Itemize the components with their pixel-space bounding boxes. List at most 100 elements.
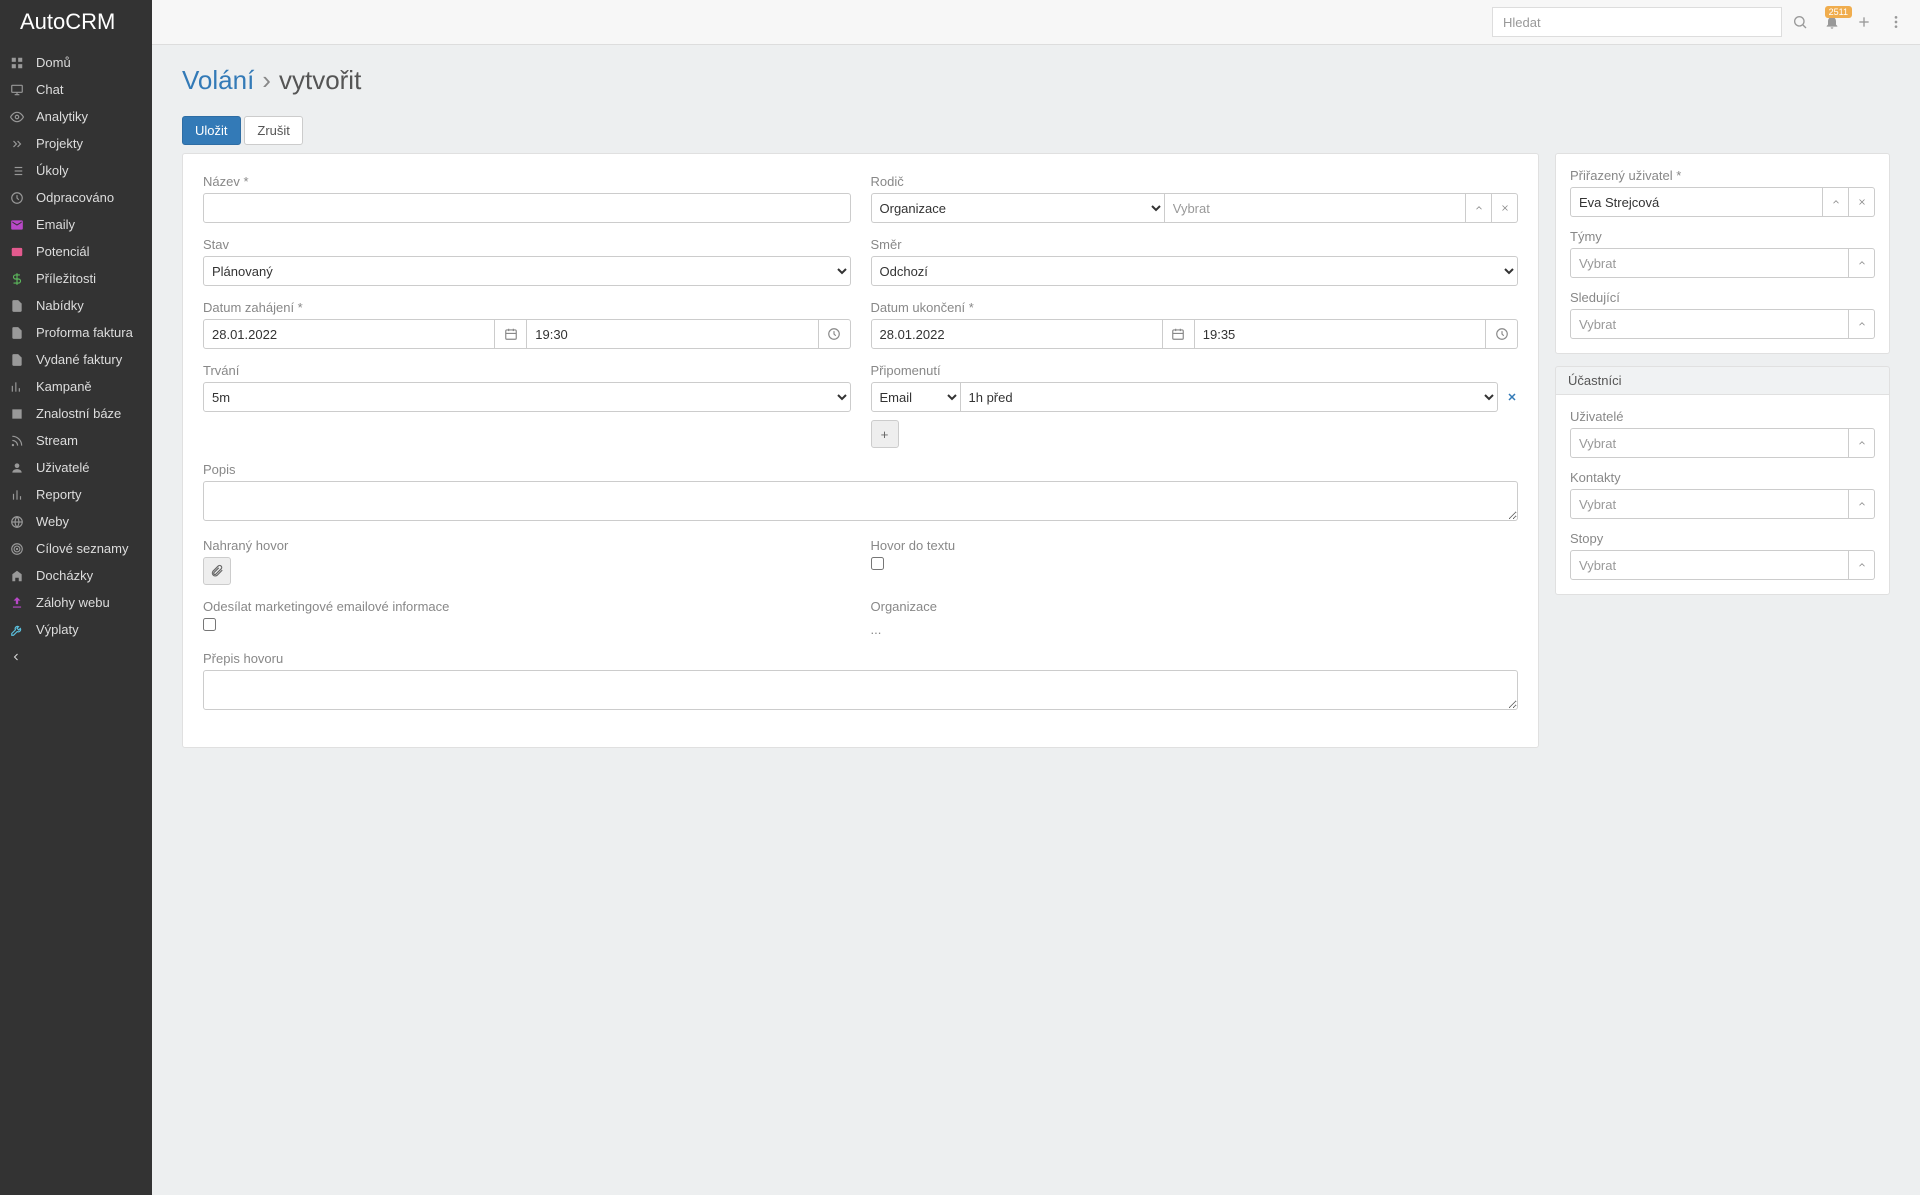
notifications-icon[interactable]: 2511: [1818, 8, 1846, 36]
clock-icon: [10, 191, 26, 205]
bar-chart-icon: [10, 488, 26, 502]
sidebar-item-users[interactable]: Uživatelé: [0, 454, 152, 481]
transcript-label: Přepis hovoru: [203, 651, 1518, 666]
duration-label: Trvání: [203, 363, 851, 378]
more-icon[interactable]: [1882, 8, 1910, 36]
transcript-textarea[interactable]: [203, 670, 1518, 710]
status-select[interactable]: Plánovaný: [203, 256, 851, 286]
sidebar-item-timetracking[interactable]: Odpracováno: [0, 184, 152, 211]
sidebar-item-label: Emaily: [36, 217, 75, 232]
eye-icon: [10, 110, 26, 124]
assigned-clear-button[interactable]: [1849, 187, 1875, 217]
users-input[interactable]: [1570, 428, 1849, 458]
followers-input[interactable]: [1570, 309, 1849, 339]
sidebar-item-label: Cílové seznamy: [36, 541, 128, 556]
sidebar-item-tasks[interactable]: Úkoly: [0, 157, 152, 184]
sidebar-item-proforma[interactable]: Proforma faktura: [0, 319, 152, 346]
sidebar-item-label: Projekty: [36, 136, 83, 151]
reminder-remove-button[interactable]: [1506, 391, 1518, 403]
app-logo[interactable]: AutoCRM: [0, 0, 152, 45]
quick-create-icon[interactable]: [1850, 8, 1878, 36]
date-end-input[interactable]: [871, 319, 1163, 349]
sidebar-item-targetlists[interactable]: Cílové seznamy: [0, 535, 152, 562]
teams-label: Týmy: [1570, 229, 1875, 244]
book-icon: [10, 407, 26, 421]
breadcrumb-entity[interactable]: Volání: [182, 65, 254, 96]
sidebar-item-campaigns[interactable]: Kampaně: [0, 373, 152, 400]
contacts-label: Kontakty: [1570, 470, 1875, 485]
save-button[interactable]: Uložit: [182, 116, 241, 145]
sidebar-item-label: Zálohy webu: [36, 595, 110, 610]
add-reminder-button[interactable]: +: [871, 420, 899, 448]
assigned-input[interactable]: [1570, 187, 1823, 217]
status-label: Stav: [203, 237, 851, 252]
sidebar-item-payroll[interactable]: Výplaty: [0, 616, 152, 643]
sidebar-item-home[interactable]: Domů: [0, 49, 152, 76]
reminder-time-select[interactable]: 1h před: [961, 382, 1499, 412]
name-input[interactable]: [203, 193, 851, 223]
teams-expand-button[interactable]: [1849, 248, 1875, 278]
sidebar-collapse[interactable]: [0, 643, 152, 670]
sidebar-item-label: Kampaně: [36, 379, 92, 394]
direction-select[interactable]: Odchozí: [871, 256, 1519, 286]
description-textarea[interactable]: [203, 481, 1518, 521]
global-search-input[interactable]: [1492, 7, 1782, 37]
rss-icon: [10, 434, 26, 448]
sidebar-item-label: Reporty: [36, 487, 82, 502]
sidebar-item-websites[interactable]: Weby: [0, 508, 152, 535]
sidebar-item-knowledge[interactable]: Znalostní báze: [0, 400, 152, 427]
monitor-icon: [10, 83, 26, 97]
date-end-label: Datum ukončení *: [871, 300, 1519, 315]
parent-clear-button[interactable]: [1492, 193, 1518, 223]
parent-type-select[interactable]: Organizace: [871, 193, 1164, 223]
attach-recording-button[interactable]: [203, 557, 231, 585]
sidebar-item-label: Odpracováno: [36, 190, 114, 205]
sidebar-item-projects[interactable]: Projekty: [0, 130, 152, 157]
teams-input[interactable]: [1570, 248, 1849, 278]
assigned-expand-button[interactable]: [1823, 187, 1849, 217]
file-text-icon: [10, 353, 26, 367]
sidebar-item-emails[interactable]: Emaily: [0, 211, 152, 238]
contacts-input[interactable]: [1570, 489, 1849, 519]
user-icon: [10, 461, 26, 475]
time-end-input[interactable]: [1195, 319, 1486, 349]
sidebar-item-reports[interactable]: Reporty: [0, 481, 152, 508]
leads-expand-button[interactable]: [1849, 550, 1875, 580]
id-card-icon: [10, 245, 26, 259]
cancel-button[interactable]: Zrušit: [244, 116, 303, 145]
parent-input[interactable]: [1164, 193, 1466, 223]
name-label: Název *: [203, 174, 851, 189]
reminder-type-select[interactable]: Email: [871, 382, 961, 412]
calendar-icon[interactable]: [495, 319, 527, 349]
sidebar-item-stream[interactable]: Stream: [0, 427, 152, 454]
sidebar-item-opportunities[interactable]: Příležitosti: [0, 265, 152, 292]
followers-expand-button[interactable]: [1849, 309, 1875, 339]
sidebar-item-label: Výplaty: [36, 622, 79, 637]
clock-icon[interactable]: [819, 319, 851, 349]
calendar-icon[interactable]: [1163, 319, 1195, 349]
file-text-icon: [10, 326, 26, 340]
sidebar-item-leads[interactable]: Potenciál: [0, 238, 152, 265]
clock-icon[interactable]: [1486, 319, 1518, 349]
sidebar-item-label: Úkoly: [36, 163, 69, 178]
file-icon: [10, 299, 26, 313]
search-icon[interactable]: [1786, 8, 1814, 36]
duration-select[interactable]: 5m: [203, 382, 851, 412]
marketing-checkbox[interactable]: [203, 618, 216, 631]
sidebar-item-invoices[interactable]: Vydané faktury: [0, 346, 152, 373]
parent-expand-button[interactable]: [1466, 193, 1492, 223]
speech2text-checkbox[interactable]: [871, 557, 884, 570]
sidebar-item-backups[interactable]: Zálohy webu: [0, 589, 152, 616]
time-start-input[interactable]: [527, 319, 818, 349]
leads-input[interactable]: [1570, 550, 1849, 580]
sidebar-item-attendance[interactable]: Docházky: [0, 562, 152, 589]
sidebar-item-chat[interactable]: Chat: [0, 76, 152, 103]
direction-label: Směr: [871, 237, 1519, 252]
sidebar-item-quotes[interactable]: Nabídky: [0, 292, 152, 319]
users-expand-button[interactable]: [1849, 428, 1875, 458]
sidebar-item-label: Potenciál: [36, 244, 89, 259]
users-label: Uživatelé: [1570, 409, 1875, 424]
date-start-input[interactable]: [203, 319, 495, 349]
contacts-expand-button[interactable]: [1849, 489, 1875, 519]
sidebar-item-analytics[interactable]: Analytiky: [0, 103, 152, 130]
